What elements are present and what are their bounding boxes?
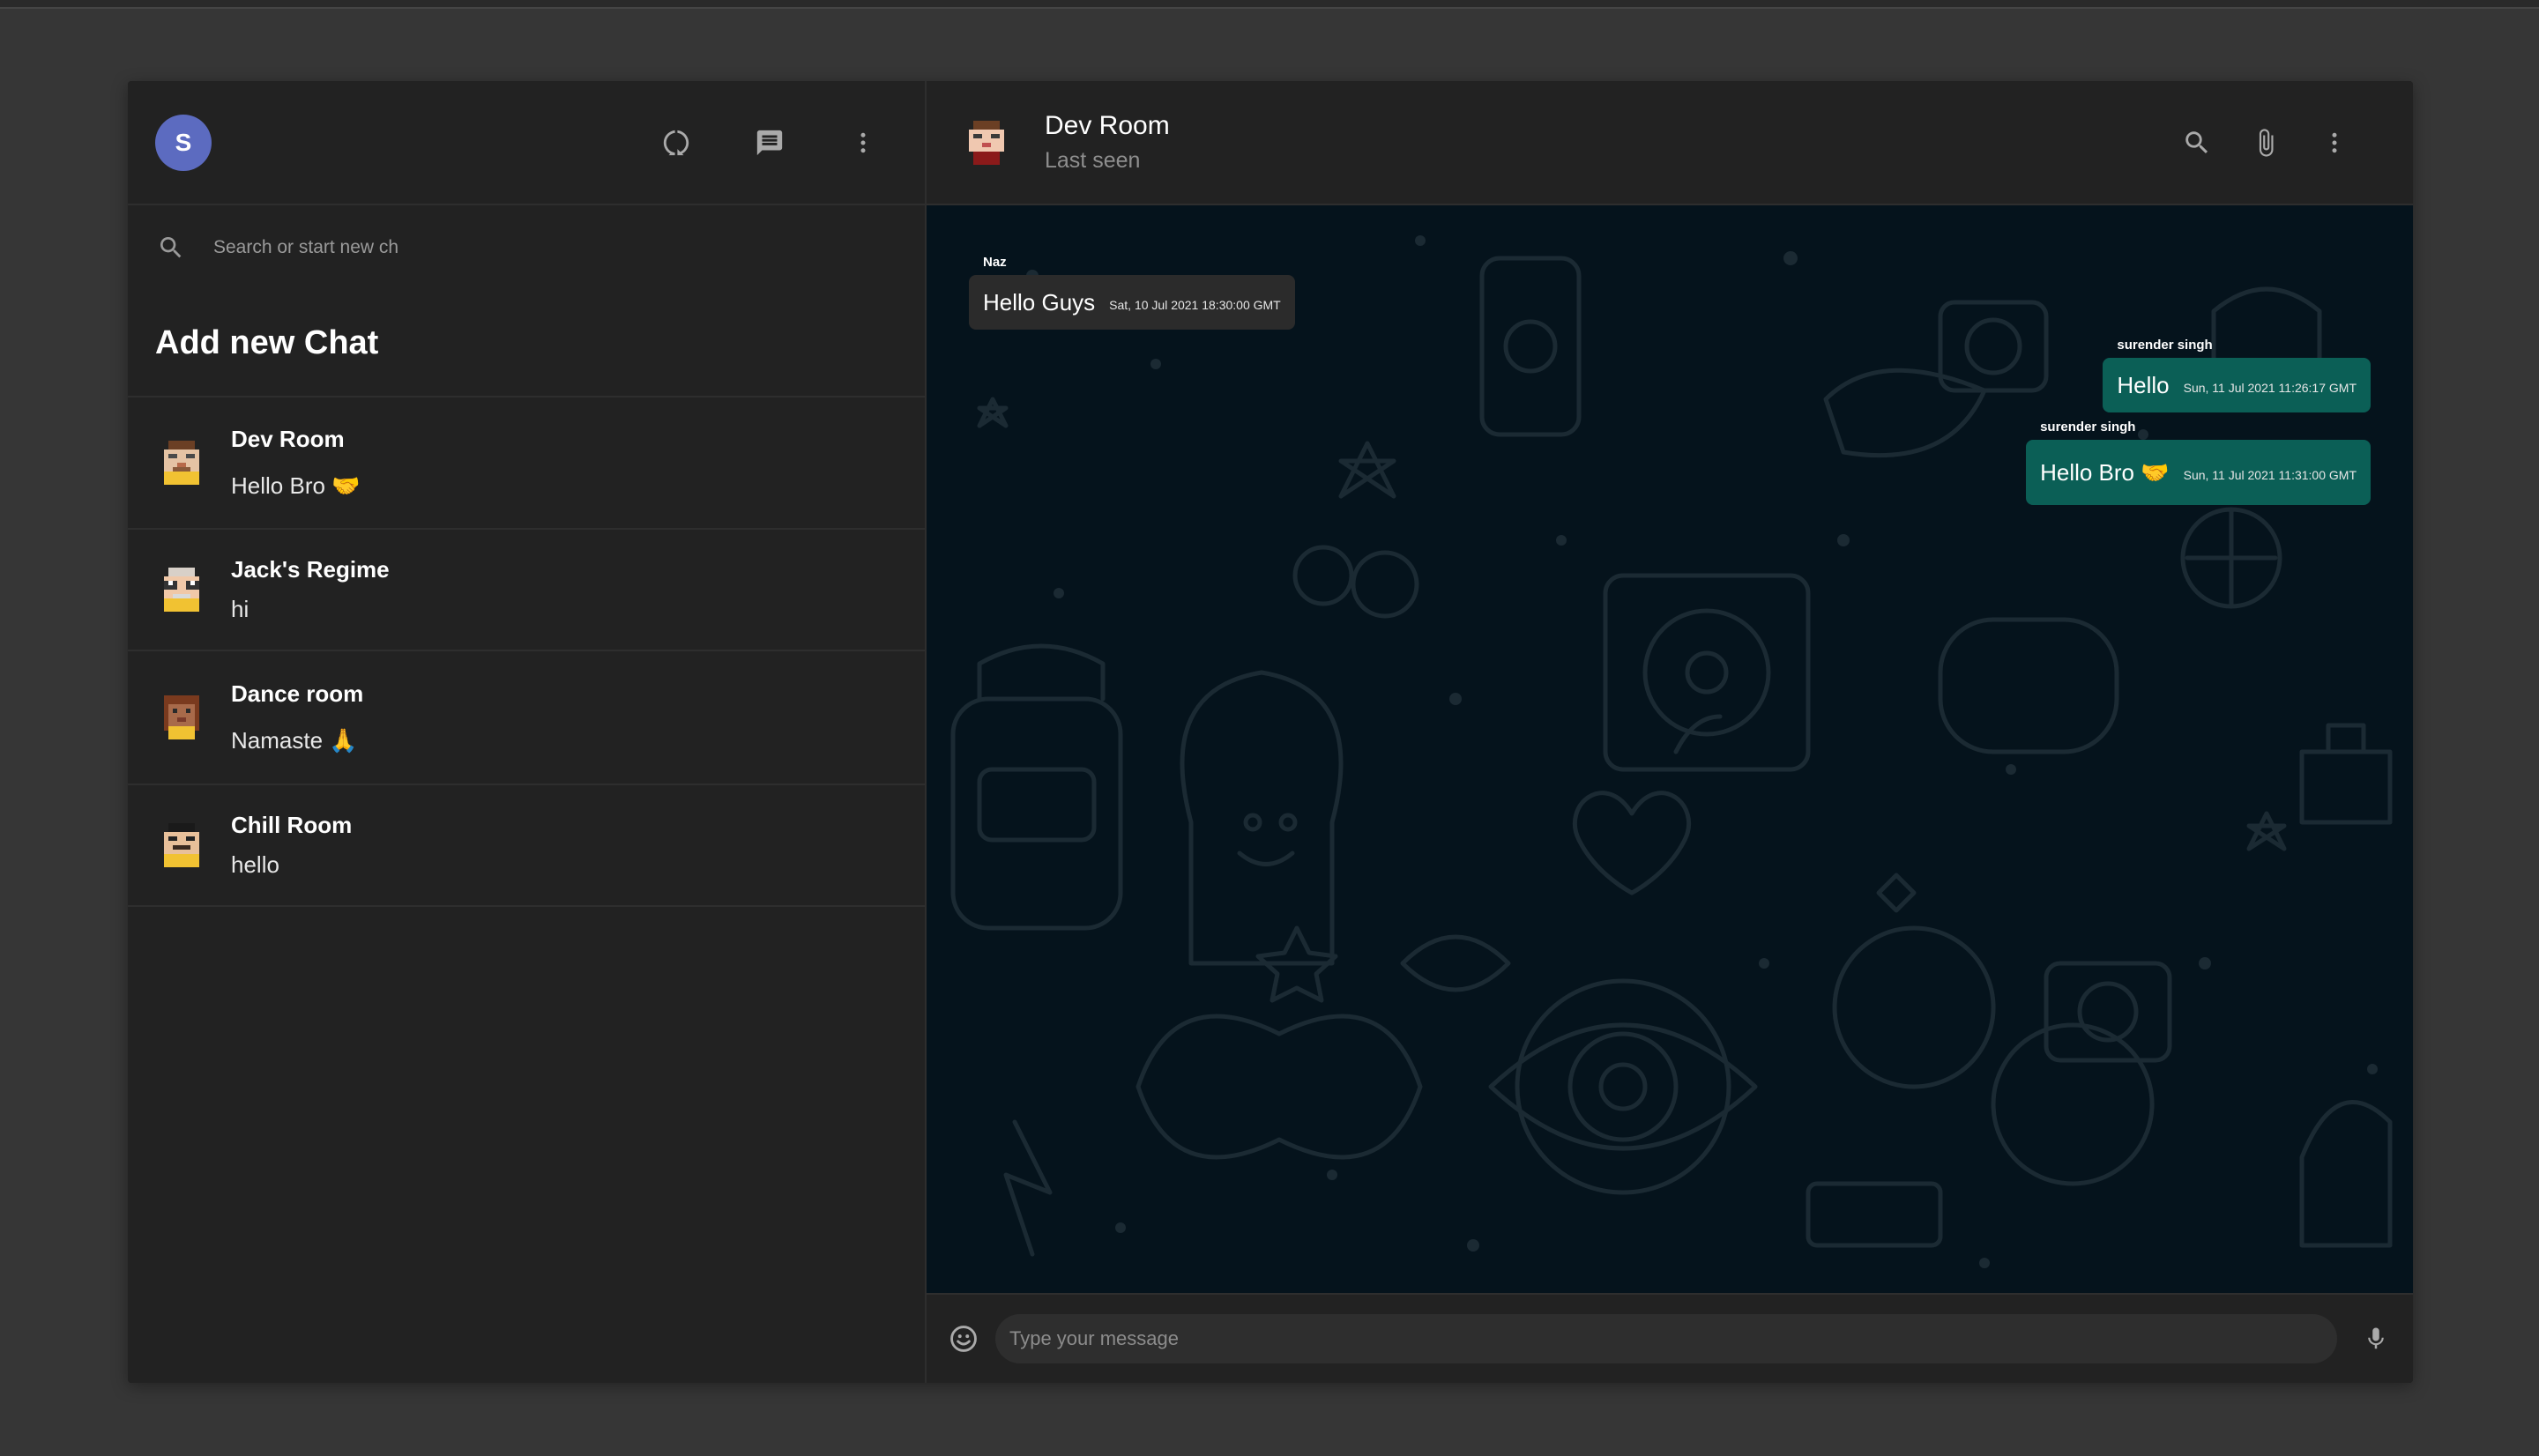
message-time: Sat, 10 Jul 2021 18:30:00 GMT: [1109, 298, 1281, 312]
message-time: Sun, 11 Jul 2021 11:26:17 GMT: [2183, 381, 2357, 395]
chat-last-message: Hello Bro 🤝: [231, 472, 361, 499]
chat-list-item[interactable]: Chill Room hello: [128, 785, 925, 907]
avatar: [164, 441, 199, 485]
message-bubble: Hello Guys Sat, 10 Jul 2021 18:30:00 GMT: [969, 275, 1295, 330]
chat-name: Jack's Regime: [231, 556, 390, 583]
chat-panel: Dev Room Last seen Naz Hello Guys Sat, 1…: [927, 81, 2413, 1383]
message-outgoing[interactable]: surender singh Hello Bro 🤝 Sun, 11 Jul 2…: [2026, 420, 2371, 505]
avatar: [164, 823, 199, 867]
new-chat-icon[interactable]: [734, 108, 805, 178]
user-avatar[interactable]: S: [155, 114, 212, 171]
avatar: [164, 695, 199, 739]
status-ring-icon[interactable]: [641, 108, 711, 178]
window-top-bar: [0, 0, 2539, 9]
avatar: [164, 568, 199, 612]
room-avatar[interactable]: [960, 116, 1013, 169]
sidebar-header: S: [128, 81, 925, 205]
chat-name: Chill Room: [231, 812, 353, 838]
more-vert-icon[interactable]: [2300, 108, 2369, 178]
sidebar: S Add new Chat: [128, 81, 927, 1383]
chat-last-message: hi: [231, 596, 249, 622]
search-bar: [128, 205, 925, 290]
chat-list-item[interactable]: Dance room Namaste 🙏: [128, 651, 925, 785]
search-icon[interactable]: [2163, 108, 2231, 178]
message-outgoing[interactable]: surender singh Hello Sun, 11 Jul 2021 11…: [2103, 338, 2371, 412]
message-sender: Naz: [983, 255, 1007, 270]
paperclip-icon[interactable]: [2231, 108, 2300, 178]
microphone-icon[interactable]: [2357, 1319, 2395, 1358]
chat-list-item[interactable]: Jack's Regime hi: [128, 530, 925, 651]
message-text: Hello Guys: [983, 288, 1096, 316]
message-input[interactable]: [995, 1314, 2337, 1363]
message-incoming[interactable]: Naz Hello Guys Sat, 10 Jul 2021 18:30:00…: [969, 255, 1295, 330]
chat-list-item[interactable]: Dev Room Hello Bro 🤝: [128, 397, 925, 530]
search-input[interactable]: [213, 230, 398, 265]
chat-last-message: hello: [231, 851, 279, 878]
message-time: Sun, 11 Jul 2021 11:31:00 GMT: [2183, 468, 2357, 482]
chat-header: Dev Room Last seen: [927, 81, 2413, 205]
emoji-icon[interactable]: [944, 1319, 983, 1358]
message-bubble: Hello Sun, 11 Jul 2021 11:26:17 GMT: [2103, 358, 2371, 412]
room-name: Dev Room: [1045, 111, 1170, 140]
message-bubble: Hello Bro 🤝 Sun, 11 Jul 2021 11:31:00 GM…: [2026, 440, 2371, 505]
add-new-chat-button[interactable]: Add new Chat: [128, 290, 925, 397]
room-status: Last seen: [1045, 148, 1141, 173]
more-vert-icon[interactable]: [828, 108, 898, 178]
message-area[interactable]: Naz Hello Guys Sat, 10 Jul 2021 18:30:00…: [927, 205, 2413, 1293]
chat-name: Dance room: [231, 680, 364, 707]
message-sender: surender singh: [2040, 420, 2136, 435]
chat-last-message: Namaste 🙏: [231, 727, 358, 754]
chat-app: S Add new Chat: [128, 81, 2413, 1383]
message-text: Hello Bro 🤝: [2040, 458, 2170, 486]
chat-name: Dev Room: [231, 426, 345, 452]
search-icon: [155, 232, 187, 264]
message-composer: [927, 1293, 2413, 1383]
message-sender: surender singh: [2117, 338, 2213, 353]
message-text: Hello: [2117, 371, 2170, 398]
